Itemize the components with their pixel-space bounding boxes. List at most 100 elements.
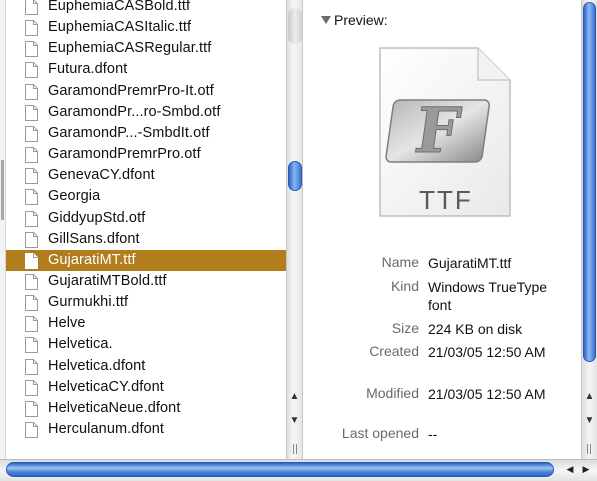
document-icon: [25, 62, 38, 79]
file-name: GillSans.dfont: [48, 230, 140, 247]
document-icon: [25, 83, 38, 100]
file-row[interactable]: GujaratiMTBold.ttf: [6, 271, 287, 292]
document-icon: [25, 295, 38, 312]
font-file-icon: F TTF: [379, 47, 511, 217]
file-name: GaramondPremrPro-It.otf: [48, 82, 214, 99]
kind-label: Kind: [390, 278, 419, 294]
file-name: GaramondP...-SmbdIt.otf: [48, 124, 210, 141]
horizontal-scrollbar[interactable]: ◀ ▶: [0, 459, 597, 481]
modified-value: 21/03/05 12:50 AM: [428, 386, 546, 402]
file-row[interactable]: GaramondPremrPro-It.otf: [6, 81, 287, 102]
previous-column-scroll-thumb[interactable]: [1, 160, 4, 220]
preview-scroll-thumb[interactable]: [583, 2, 596, 362]
file-row[interactable]: GujaratiMT.ttf: [6, 249, 287, 271]
file-name: GaramondPremrPro.otf: [48, 146, 201, 163]
file-row[interactable]: Herculanum.dfont: [6, 419, 287, 440]
scroll-down-arrow-icon[interactable]: ▼: [583, 414, 596, 428]
name-label: Name: [381, 254, 419, 270]
preview-column: Preview: F TTF Name GujaratiMT.ttf Kind …: [304, 0, 582, 460]
file-list-scroll-thumb[interactable]: [288, 161, 302, 191]
file-name: GenevaCY.dfont: [48, 167, 155, 184]
preview-heading: Preview:: [334, 12, 388, 28]
created-value: 21/03/05 12:50 AM: [428, 344, 546, 360]
file-row[interactable]: HelveticaCY.dfont: [6, 377, 287, 398]
file-row[interactable]: EuphemiaCASRegular.ttf: [6, 38, 287, 59]
file-row[interactable]: GaramondPr...ro-Smbd.otf: [6, 102, 287, 123]
file-name: HelveticaNeue.dfont: [48, 399, 181, 416]
document-icon: [25, 358, 38, 375]
file-name: Helve: [48, 315, 86, 332]
document-icon: [25, 273, 38, 290]
file-row[interactable]: GillSans.dfont: [6, 229, 287, 250]
file-row[interactable]: Helvetica.: [6, 334, 287, 355]
file-list-scroll-arrows: ▲ ▼: [287, 384, 302, 440]
document-icon: [25, 337, 38, 354]
file-name: EuphemiaCASRegular.ttf: [48, 40, 212, 57]
file-name: Futura.dfont: [48, 61, 128, 78]
file-name: GujaratiMT.ttf: [48, 251, 136, 268]
file-row[interactable]: GaramondP...-SmbdIt.otf: [6, 123, 287, 144]
document-icon: [25, 147, 38, 164]
file-row[interactable]: Futura.dfont: [6, 59, 287, 80]
file-row[interactable]: Gurmukhi.ttf: [6, 292, 287, 313]
file-row[interactable]: Helvetica.dfont: [6, 356, 287, 377]
preview-disclosure[interactable]: Preview:: [321, 12, 388, 28]
kind-value: Windows TrueType font: [428, 279, 548, 313]
file-row[interactable]: GaramondPremrPro.otf: [6, 144, 287, 165]
file-name: EuphemiaCASItalic.ttf: [48, 19, 192, 36]
document-icon: [25, 400, 38, 417]
created-label: Created: [369, 343, 419, 359]
file-name: Gurmukhi.ttf: [48, 294, 129, 311]
document-icon: [25, 379, 38, 396]
size-value: 224 KB on disk: [428, 321, 523, 337]
name-value: GujaratiMT.ttf: [428, 255, 512, 271]
file-name: GaramondPr...ro-Smbd.otf: [48, 103, 221, 120]
document-icon: [25, 252, 38, 269]
horizontal-scroll-thumb[interactable]: [6, 462, 554, 477]
column-resize-grip-icon[interactable]: [587, 444, 591, 454]
last-opened-label: Last opened: [341, 425, 419, 441]
scroll-up-arrow-icon[interactable]: ▲: [583, 390, 596, 404]
file-row[interactable]: Georgia: [6, 186, 287, 207]
file-row[interactable]: GiddyupStd.otf: [6, 208, 287, 229]
file-row[interactable]: HelveticaNeue.dfont: [6, 398, 287, 419]
modified-label: Modified: [366, 385, 419, 401]
file-name: Georgia: [48, 188, 101, 205]
file-type-label: TTF: [419, 185, 473, 215]
file-row[interactable]: EuphemiaCASBold.ttf: [6, 0, 287, 17]
file-name: GiddyupStd.otf: [48, 209, 146, 226]
document-icon: [25, 189, 38, 206]
finder-column-view: EuphemiaCASBold.ttf EuphemiaCASItalic.ttf…: [0, 0, 597, 481]
file-list-scrollbar[interactable]: ▲ ▼: [286, 0, 303, 460]
last-opened-value: --: [428, 426, 438, 442]
column-resize-grip-icon[interactable]: [293, 444, 297, 454]
size-label: Size: [391, 320, 419, 336]
document-icon: [25, 316, 38, 333]
file-name: Helvetica.: [48, 336, 113, 353]
disclosure-triangle-icon[interactable]: [321, 15, 331, 25]
document-icon: [25, 168, 38, 185]
document-icon: [25, 0, 38, 15]
scroll-up-arrow-icon[interactable]: ▲: [289, 390, 300, 404]
file-row[interactable]: EuphemiaCASItalic.ttf: [6, 17, 287, 38]
file-row[interactable]: GenevaCY.dfont: [6, 165, 287, 186]
file-name: EuphemiaCASBold.ttf: [48, 0, 191, 14]
file-name: HelveticaCY.dfont: [48, 378, 164, 395]
scroll-left-arrow-icon[interactable]: ◀: [563, 462, 577, 477]
document-icon: [25, 41, 38, 58]
document-icon: [25, 422, 38, 438]
document-icon: [25, 104, 38, 121]
file-name: Helvetica.dfont: [48, 357, 146, 374]
document-icon: [25, 125, 38, 142]
file-name: GujaratiMTBold.ttf: [48, 272, 167, 289]
document-icon: [25, 20, 38, 37]
scroll-down-arrow-icon[interactable]: ▼: [289, 414, 300, 428]
document-icon: [25, 231, 38, 248]
file-row[interactable]: Helve: [6, 313, 287, 334]
file-list-column: EuphemiaCASBold.ttf EuphemiaCASItalic.ttf…: [6, 0, 288, 460]
file-list-scroll-track-top: [288, 8, 302, 44]
scroll-right-arrow-icon[interactable]: ▶: [579, 462, 593, 477]
preview-scrollbar[interactable]: ▲ ▼: [581, 0, 597, 460]
file-name: Herculanum.dfont: [48, 421, 165, 437]
document-icon: [25, 210, 38, 227]
